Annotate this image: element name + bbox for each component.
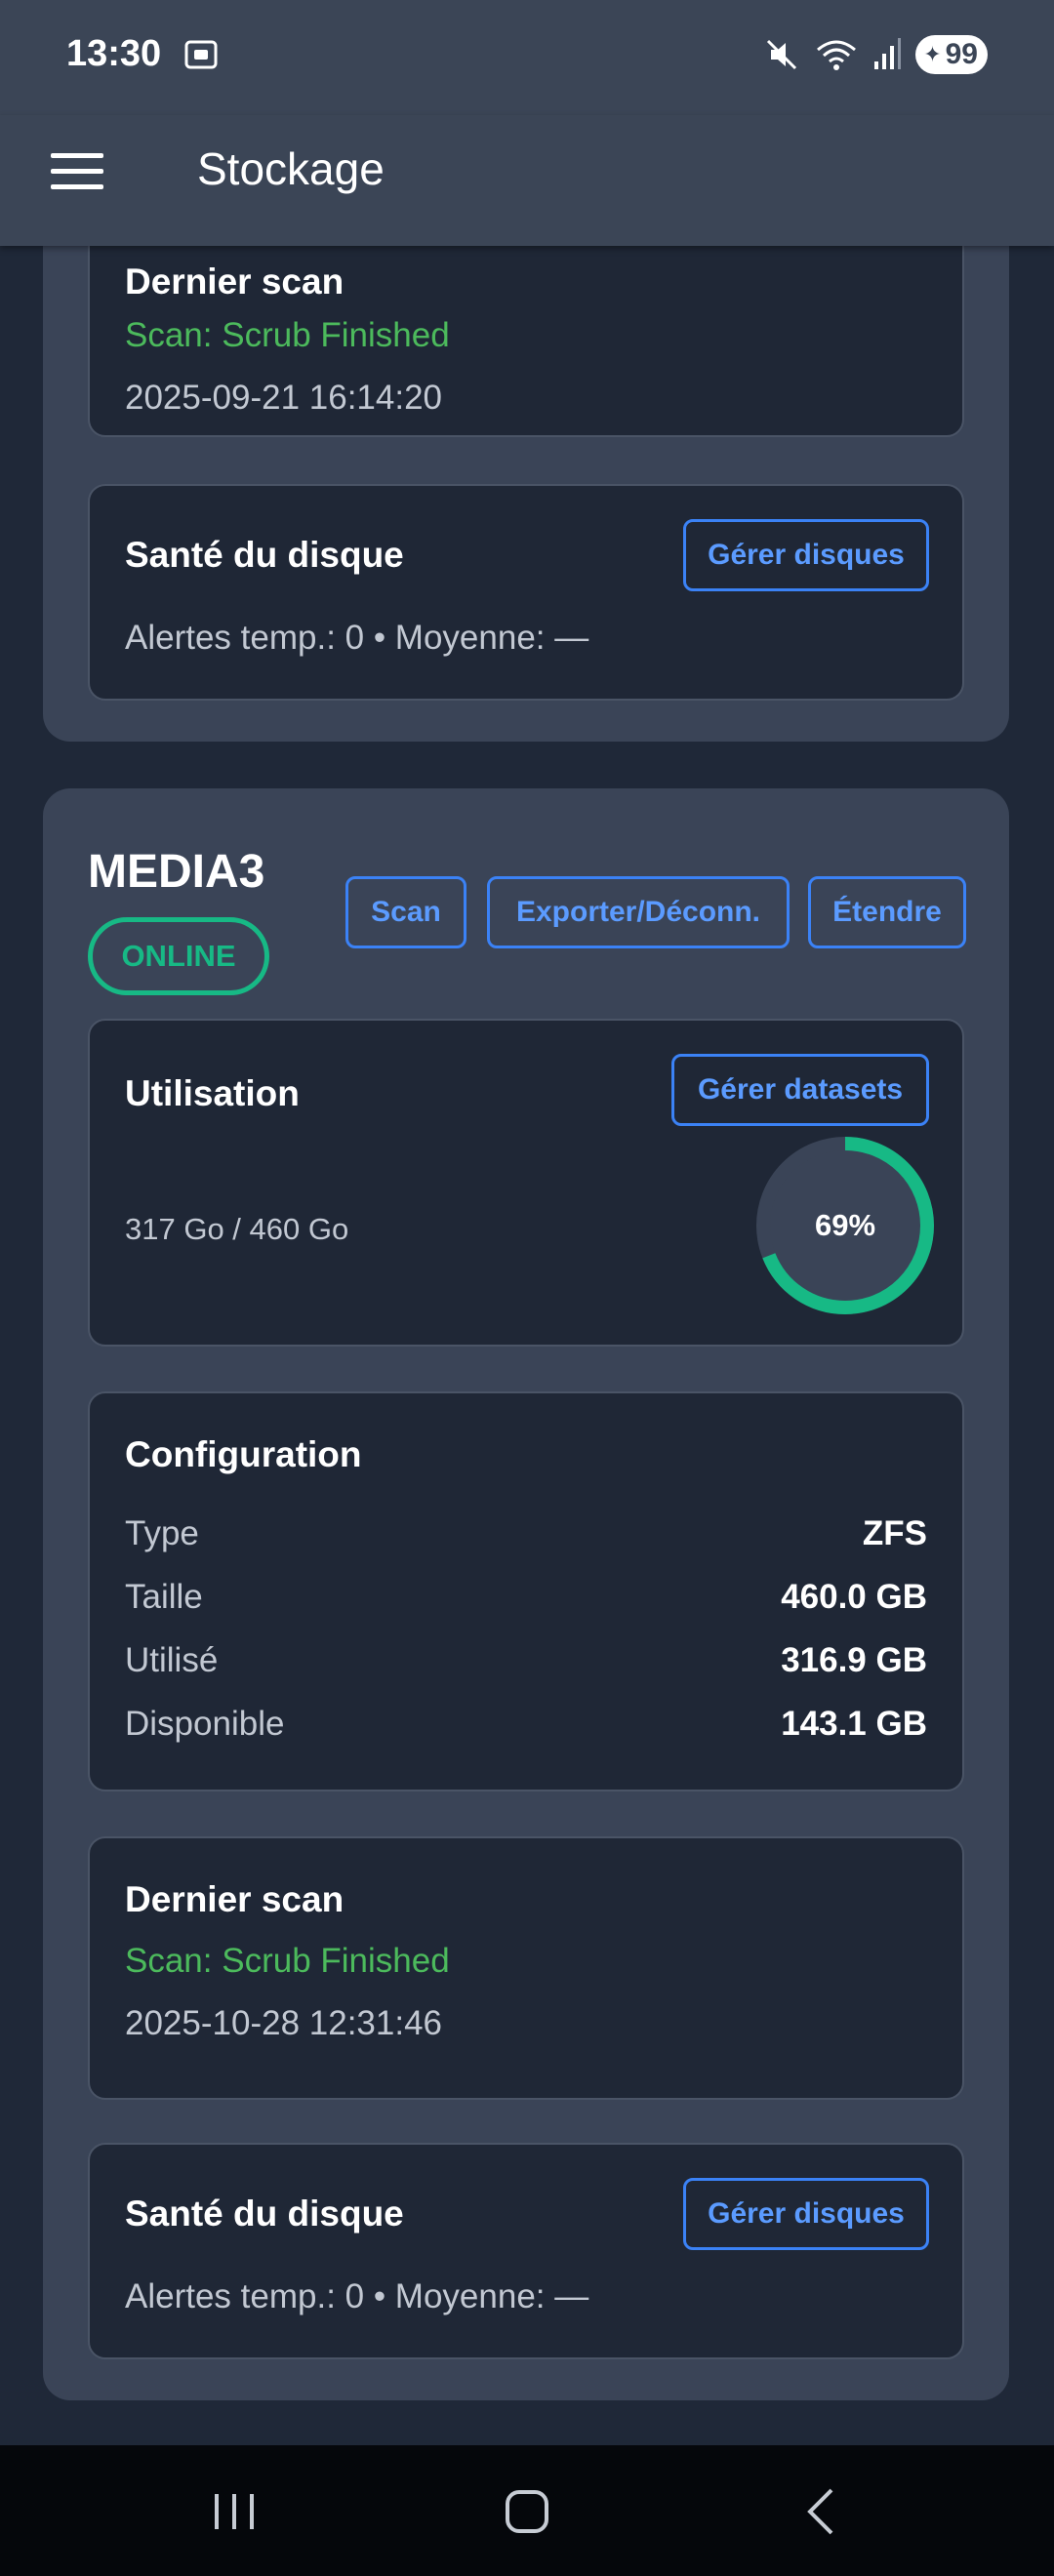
pool-card-media3: MEDIA3 ONLINE Scan Exporter/Déconn. Éten… [43,788,1009,2400]
configuration-title: Configuration [125,1434,362,1474]
signal-icon [874,38,902,69]
config-value: ZFS [862,1514,927,1552]
disk-health-alerts: Alertes temp.: 0 • Moyenne: — [125,619,589,657]
last-scan-status: Scan: Scrub Finished [125,1942,450,1980]
recent-apps-icon[interactable] [205,2484,264,2539]
configuration-card: Configuration Type ZFS Taille 460.0 GB U… [88,1391,964,1791]
usage-percent: 69% [814,1208,876,1242]
last-scan-status: Scan: Scrub Finished [125,316,450,354]
last-scan-title: Dernier scan [125,1879,345,1919]
manage-disks-button[interactable]: Gérer disques [683,2178,929,2250]
app-bar [0,115,1054,246]
battery-icon: ✦ [923,42,942,66]
manage-disks-button[interactable]: Gérer disques [683,519,929,591]
usage-text: 317 Go / 460 Go [125,1212,349,1246]
battery-level: 99 [945,38,978,70]
disk-health-card: Santé du disque Gérer disques Alertes te… [88,484,964,701]
usage-card: Utilisation Gérer datasets 317 Go / 460 … [88,1019,964,1347]
last-scan-card: Dernier scan Scan: Scrub Finished 2025-1… [88,1836,964,2100]
screenshot-icon [184,40,218,69]
back-icon[interactable] [794,2484,853,2539]
usage-title: Utilisation [125,1073,300,1113]
pool-status-badge: ONLINE [88,917,269,995]
status-bar: 13:30 ✦ 99 [0,0,1054,115]
last-scan-card: Dernier scan Scan: Scrub Finished 2025-0… [88,246,964,437]
last-scan-timestamp: 2025-09-21 16:14:20 [125,379,442,417]
system-navigation-bar [0,2445,1054,2576]
config-row-size: Taille 460.0 GB [125,1578,927,1621]
wifi-icon [817,40,857,70]
mute-icon [767,39,797,70]
status-icons: ✦ 99 [763,33,988,76]
hamburger-menu-icon[interactable] [51,153,103,190]
page-title: Stockage [197,143,385,194]
pool-name: MEDIA3 [88,846,265,898]
config-value: 460.0 GB [781,1578,927,1616]
disk-health-card: Santé du disque Gérer disques Alertes te… [88,2143,964,2359]
config-value: 316.9 GB [781,1641,927,1679]
config-row-type: Type ZFS [125,1514,927,1557]
disk-health-title: Santé du disque [125,535,404,575]
config-value: 143.1 GB [781,1705,927,1743]
config-label: Utilisé [125,1641,219,1679]
battery-indicator: ✦ 99 [915,35,988,74]
config-label: Disponible [125,1705,285,1743]
home-icon[interactable] [498,2484,556,2539]
disk-health-title: Santé du disque [125,2194,404,2234]
config-label: Type [125,1514,199,1552]
last-scan-title: Dernier scan [125,262,345,302]
manage-datasets-button[interactable]: Gérer datasets [671,1054,929,1126]
disk-health-alerts: Alertes temp.: 0 • Moyenne: — [125,2277,589,2315]
last-scan-timestamp: 2025-10-28 12:31:46 [125,2004,442,2042]
config-label: Taille [125,1578,203,1616]
export-disconnect-button[interactable]: Exporter/Déconn. [487,876,790,948]
extend-button[interactable]: Étendre [808,876,966,948]
config-row-available: Disponible 143.1 GB [125,1705,927,1748]
scan-button[interactable]: Scan [345,876,466,948]
pool-card: Dernier scan Scan: Scrub Finished 2025-0… [43,246,1009,742]
status-time: 13:30 [66,33,162,74]
storage-content[interactable]: Dernier scan Scan: Scrub Finished 2025-0… [0,246,1054,2445]
config-row-used: Utilisé 316.9 GB [125,1641,927,1684]
